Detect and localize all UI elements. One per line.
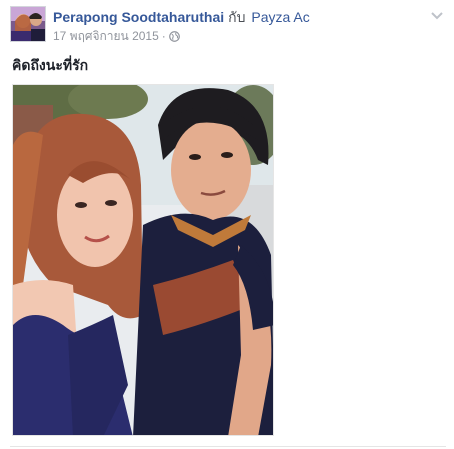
chevron-down-icon[interactable] <box>430 8 444 20</box>
post-meta: 17 พฤศจิกายน 2015 · <box>53 28 180 46</box>
post-photo[interactable] <box>12 84 274 436</box>
post-message: คิดถึงนะที่รัก <box>12 57 89 73</box>
post-divider <box>10 446 446 447</box>
feed-post: Perapong Soodtaharuthai กับ Payza Ac 17 พ… <box>0 0 454 449</box>
meta-separator: · <box>161 29 166 43</box>
author-avatar[interactable] <box>10 6 46 42</box>
globe-icon[interactable] <box>168 30 180 46</box>
with-label: กับ <box>228 9 246 25</box>
post-date-link[interactable]: 17 พฤศจิกายน 2015 <box>53 29 159 43</box>
tagged-user-link[interactable]: Payza Ac <box>251 9 309 25</box>
post-header: Perapong Soodtaharuthai กับ Payza Ac <box>53 8 424 26</box>
author-name-link[interactable]: Perapong Soodtaharuthai <box>53 9 224 25</box>
